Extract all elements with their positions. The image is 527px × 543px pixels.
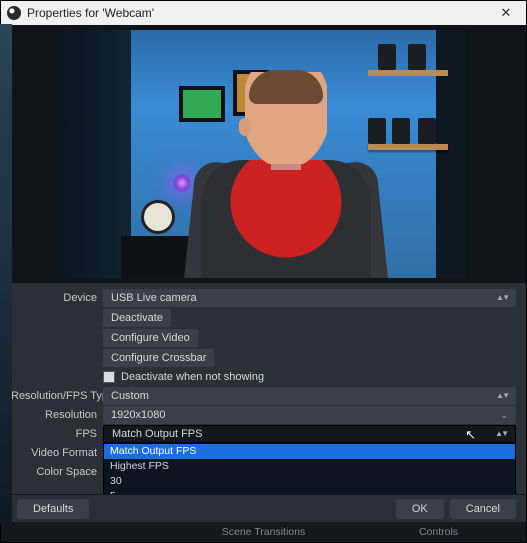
fps-option[interactable]: 30 [104,474,515,489]
chevron-down-icon: ⌄ [496,406,508,424]
configure-crossbar-button[interactable]: Configure Crossbar [103,349,214,367]
deactivate-not-showing-label: Deactivate when not showing [121,371,264,383]
resolution-label: Resolution [11,409,103,421]
dialog-footer: Defaults OK Cancel [1,494,526,522]
background-strip [0,24,12,524]
fps-select[interactable]: Match Output FPS▲▼ [103,425,516,443]
resolution-select[interactable]: 1920x1080⌄ [103,406,516,424]
resfps-type-label: Resolution/FPS Type [11,390,103,402]
deactivate-button[interactable]: Deactivate [103,309,171,327]
device-label: Device [11,292,103,304]
resfps-type-select[interactable]: Custom▲▼ [103,387,516,405]
configure-video-button[interactable]: Configure Video [103,329,198,347]
main-window-bottombar: Scene Transitions Controls [1,522,526,542]
deactivate-not-showing-checkbox[interactable] [103,371,115,383]
defaults-button[interactable]: Defaults [17,499,89,519]
properties-dialog: Properties for 'Webcam' ✕ Device [0,0,527,543]
window-title: Properties for 'Webcam' [27,6,154,20]
form-area: Device USB Live camera▲▼ Deactivate Conf… [1,283,526,494]
scene-transitions-tab[interactable]: Scene Transitions [176,522,351,542]
webcam-preview [61,30,466,278]
titlebar[interactable]: Properties for 'Webcam' ✕ [1,1,526,25]
app-icon [7,6,21,20]
fps-option[interactable]: Match Output FPS [104,444,515,459]
video-format-label: Video Format [11,447,103,459]
preview-area [1,25,526,283]
cancel-button[interactable]: Cancel [450,499,516,519]
controls-tab[interactable]: Controls [351,522,526,542]
spinner-icon: ▲▼ [496,387,508,405]
close-icon[interactable]: ✕ [492,5,520,21]
fps-label: FPS [11,428,103,440]
fps-option[interactable]: 5 [104,489,515,494]
fps-option[interactable]: Highest FPS [104,459,515,474]
fps-dropdown-list: Match Output FPS Highest FPS 30 5 [103,443,516,494]
spinner-icon: ▲▼ [496,289,508,307]
spinner-icon: ▲▼ [495,425,507,443]
device-select[interactable]: USB Live camera▲▼ [103,289,516,307]
color-space-label: Color Space [11,466,103,478]
ok-button[interactable]: OK [396,499,444,519]
